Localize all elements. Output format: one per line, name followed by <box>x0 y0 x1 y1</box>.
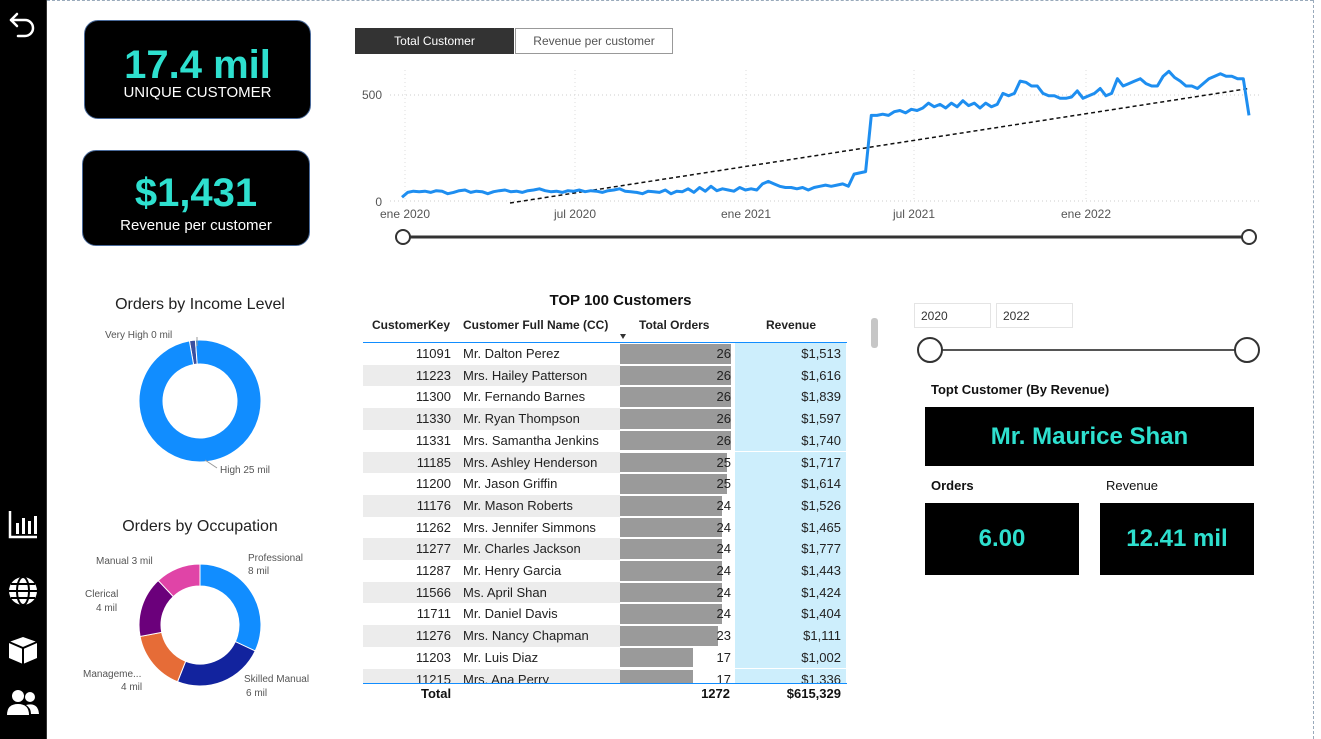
cell-customer-key: 11330 <box>415 411 451 427</box>
cell-customer-name: Mr. Daniel Davis <box>463 606 558 622</box>
cell-revenue: $1,740 <box>801 432 841 448</box>
table-row[interactable]: 11331 Mrs. Samantha Jenkins 26 $1,740 <box>363 429 846 452</box>
totals-divider <box>363 683 847 684</box>
cell-customer-name: Mrs. Hailey Patterson <box>463 367 588 383</box>
cell-total-orders: 24 <box>716 541 731 557</box>
cell-total-orders: 25 <box>716 454 731 470</box>
table-row[interactable]: 11223 Mrs. Hailey Patterson 26 $1,616 <box>363 364 846 387</box>
cell-customer-key: 11287 <box>415 563 451 578</box>
cell-revenue: $1,839 <box>801 389 841 405</box>
cell-total-orders: 26 <box>716 389 731 405</box>
cell-revenue: $1,526 <box>801 497 841 513</box>
year-slider-start-handle[interactable] <box>917 337 943 363</box>
cell-customer-key: 11331 <box>415 432 451 448</box>
total-orders: 1272 <box>701 686 730 701</box>
cell-customer-key: 11711 <box>416 606 451 622</box>
cell-customer-name: Mrs. Ana Perry <box>463 671 549 684</box>
year-range-slider[interactable] <box>914 335 1264 365</box>
table-row[interactable]: 11200 Mr. Jason Griffin 25 $1,614 <box>363 473 846 495</box>
cell-revenue: $1,336 <box>801 671 841 684</box>
cell-total-orders: 26 <box>716 346 731 361</box>
table-row[interactable]: 11262 Mrs. Jennifer Simmons 24 $1,465 <box>363 516 846 539</box>
cell-total-orders: 26 <box>716 432 731 448</box>
cell-revenue: $1,111 <box>803 628 841 644</box>
cell-customer-key: 11262 <box>415 519 451 535</box>
cell-revenue: $1,002 <box>801 649 841 665</box>
cell-revenue: $1,597 <box>801 411 841 427</box>
cell-customer-key: 11200 <box>415 476 451 492</box>
cell-revenue: $1,443 <box>801 563 841 578</box>
cell-revenue: $1,616 <box>801 367 841 383</box>
cell-revenue: $1,424 <box>801 584 841 600</box>
total-revenue: $615,329 <box>786 686 841 701</box>
table-row[interactable]: 11185 Mrs. Ashley Henderson 25 $1,717 <box>363 451 846 474</box>
occupation-value-management: 4 mil <box>121 682 142 693</box>
cell-customer-name: Mr. Henry Garcia <box>463 563 562 578</box>
cell-total-orders: 24 <box>716 584 731 600</box>
top-customer-revenue-label: Revenue <box>1106 478 1159 493</box>
table-row[interactable]: 11287 Mr. Henry Garcia 24 $1,443 <box>363 560 846 582</box>
cell-customer-name: Mrs. Ashley Henderson <box>463 454 598 470</box>
cell-customer-key: 11300 <box>415 389 451 405</box>
occupation-value-skilled-manual: 6 mil <box>246 688 267 699</box>
cell-customer-key: 11091 <box>415 346 451 361</box>
table-row[interactable]: 11215 Mrs. Ana Perry 17 $1,336 <box>363 668 846 684</box>
cell-total-orders: 24 <box>716 497 731 513</box>
table-row[interactable]: 11711 Mr. Daniel Davis 24 $1,404 <box>363 603 846 626</box>
cell-customer-key: 11276 <box>415 628 451 644</box>
top-customer-name: Mr. Maurice Shan <box>925 407 1254 466</box>
cell-revenue: $1,513 <box>801 346 841 361</box>
cell-revenue: $1,614 <box>801 476 841 492</box>
cell-customer-name: Mr. Charles Jackson <box>463 541 581 557</box>
table-row[interactable]: 11277 Mr. Charles Jackson 24 $1,777 <box>363 538 846 560</box>
cell-total-orders: 17 <box>716 649 731 665</box>
cell-customer-key: 11566 <box>415 584 451 600</box>
cell-revenue: $1,717 <box>801 454 841 470</box>
cell-customer-key: 11215 <box>415 671 451 684</box>
year-slider-end-handle[interactable] <box>1234 337 1260 363</box>
cell-customer-name: Ms. April Shan <box>463 584 547 600</box>
cell-total-orders: 17 <box>716 671 731 684</box>
cell-total-orders: 26 <box>716 411 731 427</box>
cell-customer-name: Mr. Dalton Perez <box>463 346 560 361</box>
table-row[interactable]: 11300 Mr. Fernando Barnes 26 $1,839 <box>363 386 846 409</box>
cell-customer-key: 11185 <box>416 454 451 470</box>
table-scrollbar-thumb[interactable] <box>871 318 878 348</box>
table-row[interactable]: 11276 Mrs. Nancy Chapman 23 $1,111 <box>363 625 846 647</box>
table-row[interactable]: 11566 Ms. April Shan 24 $1,424 <box>363 581 846 604</box>
cell-customer-name: Mrs. Nancy Chapman <box>463 628 589 644</box>
cell-revenue: $1,465 <box>801 519 841 535</box>
cell-total-orders: 25 <box>716 476 731 492</box>
cell-customer-key: 11176 <box>416 497 451 513</box>
total-label: Total <box>421 686 452 701</box>
cell-revenue: $1,777 <box>801 541 841 557</box>
table-row[interactable]: 11091 Mr. Dalton Perez 26 $1,513 <box>363 343 846 365</box>
cell-total-orders: 24 <box>716 606 731 622</box>
cell-customer-name: Mrs. Samantha Jenkins <box>463 432 599 448</box>
cell-customer-name: Mr. Fernando Barnes <box>463 389 586 405</box>
table-row[interactable]: 11330 Mr. Ryan Thompson 26 $1,597 <box>363 408 846 430</box>
cell-customer-name: Mr. Luis Diaz <box>463 649 539 665</box>
cell-customer-key: 11277 <box>415 541 451 557</box>
cell-customer-name: Mr. Ryan Thompson <box>463 411 580 427</box>
year-end-input[interactable]: 2022 <box>996 303 1073 328</box>
cell-customer-key: 11203 <box>415 649 451 665</box>
cell-revenue: $1,404 <box>801 606 841 622</box>
cell-customer-name: Mr. Jason Griffin <box>463 476 558 492</box>
cell-customer-key: 11223 <box>415 367 451 383</box>
cell-total-orders: 26 <box>716 367 731 383</box>
cell-total-orders: 23 <box>716 628 731 644</box>
top-customer-title: Topt Customer (By Revenue) <box>931 382 1110 397</box>
top-customer-orders-label: Orders <box>931 478 974 493</box>
cell-total-orders: 24 <box>716 519 731 535</box>
top-customer-orders-value: 6.00 <box>925 503 1079 575</box>
cell-customer-name: Mrs. Jennifer Simmons <box>463 519 596 535</box>
cell-customer-name: Mr. Mason Roberts <box>463 497 573 513</box>
table-row[interactable]: 11203 Mr. Luis Diaz 17 $1,002 <box>363 646 846 669</box>
users-icon[interactable] <box>6 685 40 719</box>
top-customer-revenue-value: 12.41 mil <box>1100 503 1254 575</box>
year-start-input[interactable]: 2020 <box>914 303 991 328</box>
cell-total-orders: 24 <box>716 563 731 578</box>
table-row[interactable]: 11176 Mr. Mason Roberts 24 $1,526 <box>363 494 846 517</box>
